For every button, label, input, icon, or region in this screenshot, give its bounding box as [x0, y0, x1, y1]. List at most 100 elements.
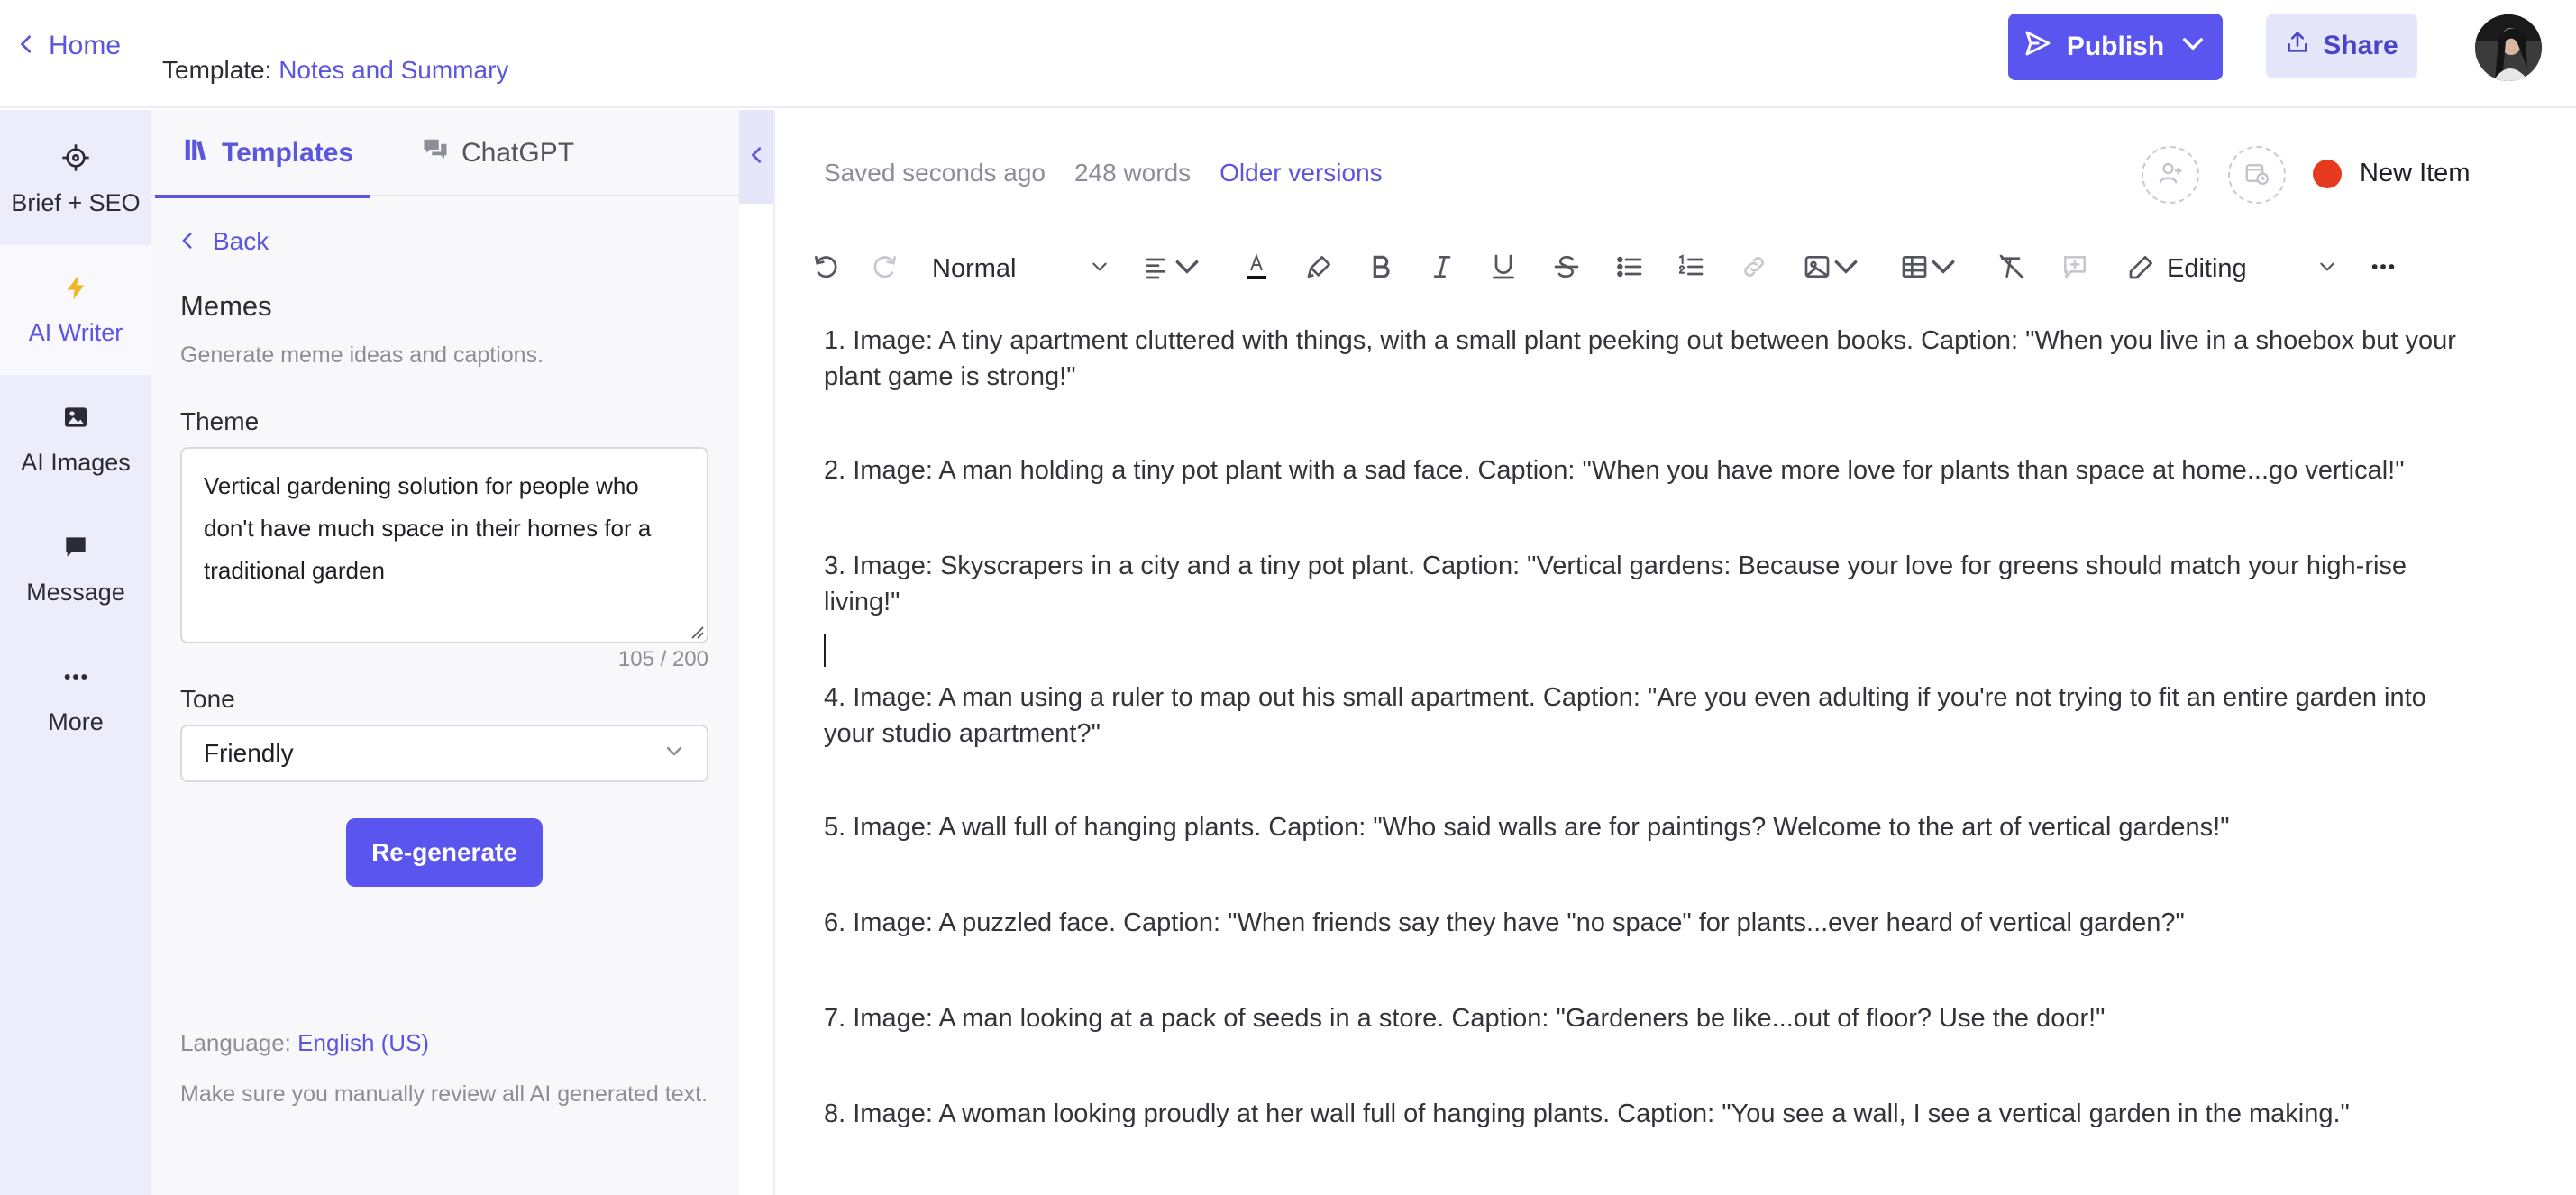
rail-item-message[interactable]: Message [0, 505, 151, 634]
library-icon [182, 136, 209, 170]
underline-icon [1489, 252, 1518, 286]
text-color-button[interactable] [1237, 243, 1276, 294]
tone-select[interactable]: Friendly [180, 725, 708, 782]
user-avatar[interactable] [2475, 14, 2542, 81]
upload-icon [2285, 30, 2310, 62]
language-line: Language: English (US) [180, 1029, 429, 1057]
underline-button[interactable] [1485, 243, 1521, 294]
editing-mode-icon-wrap [2124, 243, 2160, 294]
schedule-button[interactable] [2228, 146, 2286, 204]
rail-item-more[interactable]: More [0, 634, 151, 764]
status-dot [2313, 159, 2342, 188]
more-options-button[interactable] [2365, 243, 2401, 294]
tab-chatgpt[interactable]: ChatGPT [422, 110, 574, 196]
bold-icon [1366, 252, 1395, 286]
add-user-icon [2157, 160, 2184, 191]
assign-user-button[interactable] [2142, 146, 2199, 204]
crosshair-icon [61, 143, 90, 178]
tone-label: Tone [180, 685, 235, 713]
rail-item-label: Brief + SEO [11, 189, 141, 216]
strikethrough-button[interactable] [1548, 243, 1585, 294]
bullet-list-button[interactable] [1612, 243, 1648, 294]
clear-format-button[interactable] [1994, 243, 2030, 294]
paragraph-style-value: Normal [932, 253, 1017, 283]
redo-button[interactable] [867, 243, 903, 294]
template-name-link[interactable]: Notes and Summary [279, 56, 508, 84]
chevron-down-icon [1832, 252, 1860, 286]
chevron-left-icon [747, 145, 767, 169]
tab-label: Templates [222, 138, 354, 168]
rail-item-ai-images[interactable]: AI Images [0, 375, 151, 505]
numbered-list-button[interactable] [1673, 243, 1709, 294]
resize-grip-icon[interactable] [689, 624, 705, 640]
paragraph-style-select[interactable]: Normal [932, 243, 1031, 294]
paragraph-style-chevron[interactable] [1087, 243, 1112, 294]
template-panel: Templates ChatGPT Back Memes Generate me… [151, 110, 739, 1195]
back-link[interactable]: Back [178, 227, 269, 256]
language-link[interactable]: English (US) [297, 1029, 429, 1056]
rail-item-label: More [48, 708, 104, 735]
chevron-down-icon [2179, 29, 2207, 65]
italic-button[interactable] [1424, 243, 1460, 294]
doc-paragraph: 7. Image: A man looking at a pack of see… [824, 1004, 2106, 1033]
highlight-button[interactable] [1300, 243, 1339, 294]
collapse-panel-button[interactable] [739, 110, 775, 204]
lightning-icon [61, 273, 90, 308]
align-button[interactable] [1141, 243, 1204, 294]
editing-mode-value: Editing [2167, 253, 2247, 283]
doc-paragraph: 2. Image: A man holding a tiny pot plant… [824, 456, 2405, 485]
publish-button[interactable]: Publish [2008, 14, 2223, 80]
chat-bubble-icon [61, 533, 90, 568]
link-icon [1740, 252, 1768, 286]
link-button[interactable] [1736, 243, 1772, 294]
doc-paragraph: 4. Image: A man using a ruler to map out… [824, 683, 2426, 748]
image-icon [61, 403, 90, 438]
theme-char-count: 105 / 200 [617, 647, 708, 671]
bold-button[interactable] [1363, 243, 1399, 294]
editing-mode-chevron[interactable] [2315, 243, 2340, 294]
doc-paragraph: 3. Image: Skyscrapers in a city and a ti… [824, 552, 2407, 616]
status-selector[interactable]: New Item [2313, 159, 2470, 188]
strikethrough-icon [1552, 252, 1581, 286]
back-label: Back [213, 227, 269, 255]
rail-item-brief-seo[interactable]: Brief + SEO [0, 115, 151, 245]
saved-status: Saved seconds ago [824, 159, 1046, 187]
regenerate-button[interactable]: Re-generate [346, 818, 543, 887]
tool-rail: Brief + SEO AI Writer AI Images Message … [0, 110, 151, 1195]
bullet-list-icon [1615, 252, 1644, 286]
rail-item-label: AI Images [21, 449, 131, 476]
italic-icon [1428, 252, 1457, 286]
add-comment-button[interactable] [2057, 243, 2093, 294]
undo-icon [811, 252, 840, 286]
undo-button[interactable] [808, 243, 844, 294]
tab-label: ChatGPT [461, 138, 575, 168]
chevron-down-icon [2318, 258, 2336, 280]
pencil-icon [2127, 252, 2156, 286]
editing-mode-select[interactable]: Editing [2167, 243, 2248, 294]
tab-templates[interactable]: Templates [154, 110, 370, 198]
chevron-down-icon [1091, 258, 1109, 280]
theme-input[interactable]: Vertical gardening solution for people w… [180, 447, 708, 643]
highlighter-icon [1305, 252, 1334, 286]
insert-table-button[interactable] [1895, 243, 1963, 294]
ellipsis-icon [2369, 252, 2398, 286]
template-indicator: Template: Notes and Summary [162, 56, 508, 85]
home-link[interactable]: Home [16, 31, 121, 61]
word-count: 248 words [1073, 159, 1192, 187]
insert-image-button[interactable] [1797, 243, 1866, 294]
numbered-list-icon [1676, 252, 1705, 286]
chevron-down-icon [1173, 252, 1201, 286]
rail-item-label: Message [26, 579, 125, 606]
chevron-down-icon [1929, 252, 1958, 286]
older-versions-link[interactable]: Older versions [1219, 159, 1383, 187]
rail-item-label: AI Writer [28, 319, 123, 346]
template-prefix: Template: [162, 56, 272, 84]
theme-label: Theme [180, 407, 260, 435]
share-button[interactable]: Share [2266, 14, 2417, 78]
chevron-left-icon [16, 31, 36, 61]
doc-paragraph: 5. Image: A wall full of hanging plants.… [824, 813, 2230, 842]
editor-status-row: Saved seconds ago 248 words Older versio… [824, 159, 1383, 187]
rail-item-ai-writer[interactable]: AI Writer [0, 245, 151, 375]
home-label: Home [49, 31, 122, 60]
doc-paragraph: 8. Image: A woman looking proudly at her… [824, 1099, 2350, 1128]
